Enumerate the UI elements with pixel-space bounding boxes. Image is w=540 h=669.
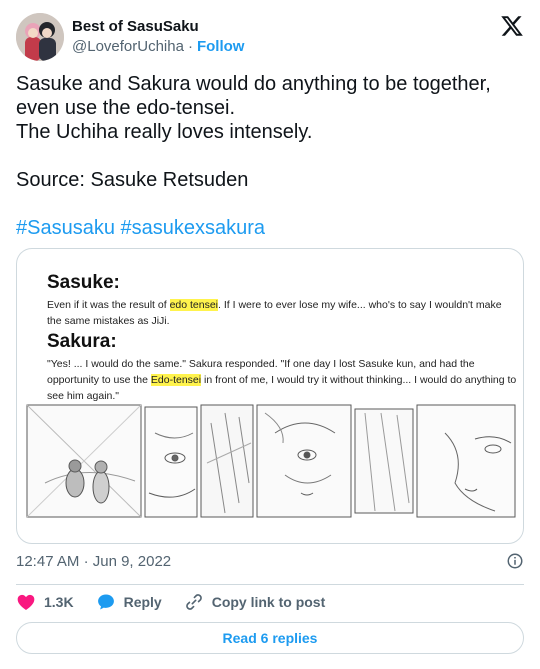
copy-link-label: Copy link to post: [211, 594, 326, 610]
tweet-media[interactable]: Sasuke: Even if it was the result of edo…: [16, 248, 524, 544]
sakura-quote-highlight: Edo-tensei: [150, 374, 202, 386]
divider: [16, 584, 524, 585]
author-handle-row: @LoveforUchiha · Follow: [72, 37, 244, 57]
author-names: Best of SasuSaku @LoveforUchiha · Follow: [72, 17, 244, 57]
manga-panels-illustration: [26, 404, 516, 518]
info-icon[interactable]: [506, 552, 524, 570]
author-handle[interactable]: @LoveforUchiha: [72, 37, 184, 57]
tweet-meta: 12:47 AM · Jun 9, 2022: [16, 551, 524, 571]
tweet-timestamp[interactable]: 12:47 AM · Jun 9, 2022: [16, 553, 171, 570]
speech-bubble-icon: [97, 594, 114, 610]
avatar-illustration-icon: [16, 13, 64, 61]
tweet-line: The Uchiha really loves intensely.: [16, 121, 313, 143]
tweet-time: 12:47 AM: [16, 552, 80, 570]
sasuke-quote-text: Even if it was the result of edo tensei.…: [47, 297, 517, 329]
tweet-line: [16, 192, 524, 216]
follow-button[interactable]: Follow: [197, 37, 245, 57]
tweet-line: [16, 144, 524, 168]
sakura-quote: Sakura: "Yes! ... I would do the same." …: [47, 331, 517, 404]
read-replies-button[interactable]: Read 6 replies: [16, 622, 524, 654]
timestamp-separator: ·: [83, 552, 89, 570]
link-icon: [185, 594, 202, 610]
avatar[interactable]: [16, 13, 64, 61]
sasuke-quote-before: Even if it was the result of: [47, 299, 170, 311]
reply-label: Reply: [123, 594, 162, 610]
heart-icon: [17, 594, 35, 610]
hashtag-link[interactable]: #sasukexsakura: [121, 217, 266, 239]
like-count: 1.3K: [44, 594, 74, 610]
sasuke-quote: Sasuke: Even if it was the result of edo…: [47, 272, 517, 329]
sasuke-quote-highlight: edo tensei: [169, 299, 219, 311]
sasuke-heading: Sasuke:: [47, 272, 120, 293]
hashtag-line: #Sasusaku #sasukexsakura: [16, 216, 524, 240]
tweet-header: Best of SasuSaku @LoveforUchiha · Follow: [16, 12, 524, 62]
copy-link-button[interactable]: Copy link to post: [184, 592, 326, 612]
sakura-heading: Sakura:: [47, 331, 117, 352]
reply-button[interactable]: Reply: [96, 592, 162, 612]
tweet-line: Source: Sasuke Retsuden: [16, 169, 249, 191]
hashtag-link[interactable]: #Sasusaku: [16, 217, 115, 239]
sakura-quote-text: "Yes! ... I would do the same." Sakura r…: [47, 356, 517, 404]
tweet-text: Sasuke and Sakura would do anything to b…: [16, 72, 524, 240]
tweet-line: even use the edo-tensei.: [16, 97, 236, 119]
author-display-name[interactable]: Best of SasuSaku: [72, 17, 244, 37]
like-button[interactable]: 1.3K: [16, 592, 74, 612]
tweet-actions: 1.3K Reply Copy link to post: [16, 590, 524, 614]
tweet-line: Sasuke and Sakura would do anything to b…: [16, 73, 491, 95]
tweet-date: Jun 9, 2022: [92, 552, 172, 570]
handle-separator: ·: [187, 38, 193, 55]
embedded-tweet-card: Best of SasuSaku @LoveforUchiha · Follow…: [0, 0, 540, 669]
x-logo-icon[interactable]: [500, 14, 524, 38]
